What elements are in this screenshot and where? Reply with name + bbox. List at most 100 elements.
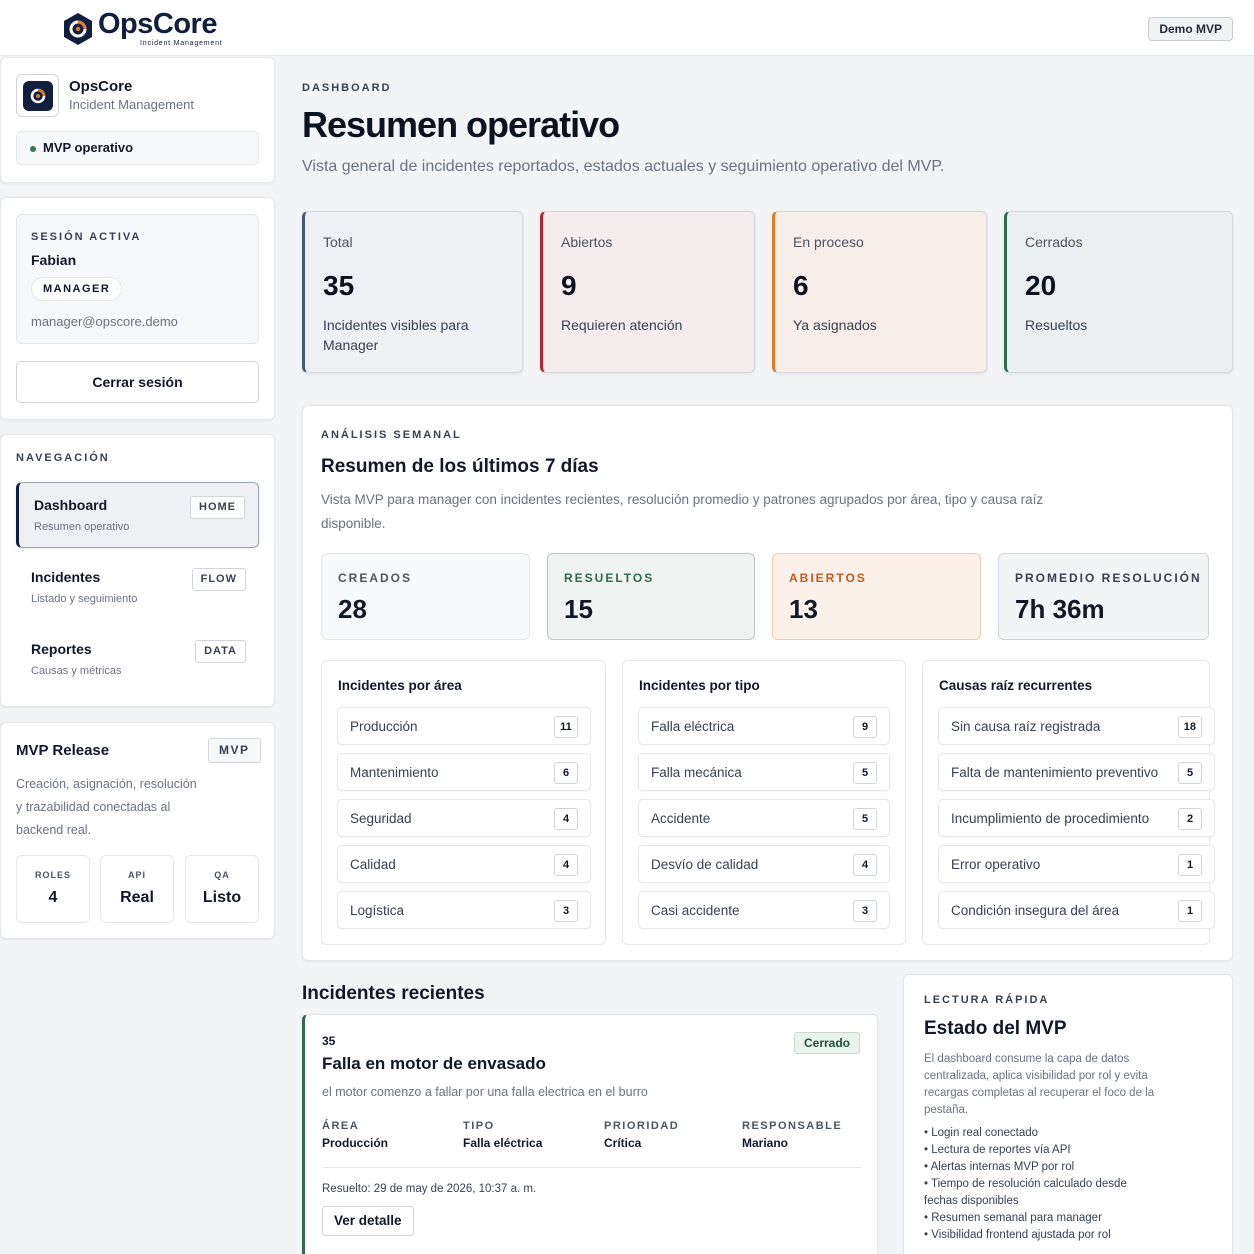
list-item-label: Condición insegura del área xyxy=(951,903,1120,918)
kpi-value: 35 xyxy=(323,270,355,301)
list-item-count: 6 xyxy=(554,762,578,784)
session-label: Sesión activa xyxy=(31,231,142,243)
sidebar-item-subtitle: Listado y seguimiento xyxy=(31,593,138,605)
list-item-label: Logística xyxy=(350,903,405,918)
list-title: Incidentes por área xyxy=(338,678,462,693)
list-item-label: Mantenimiento xyxy=(350,765,439,780)
weekly-stat-label: PROMEDIO RESOLUCIÓN xyxy=(1015,571,1202,585)
list-item: Desvío de calidad 4 xyxy=(638,845,890,883)
kpi-cerrados: Cerrados 20 Resueltos xyxy=(1004,211,1233,373)
kpi-description: Requieren atención xyxy=(561,317,683,333)
incident-field-prioridad: PRIORIDAD Crítica xyxy=(604,1120,679,1150)
session-email: manager@opscore.demo xyxy=(31,314,178,329)
list-item: Falla mecánica 5 xyxy=(638,753,890,791)
brand-tagline: Incident Management xyxy=(140,40,223,47)
release-stat-value: 4 xyxy=(48,889,58,906)
quick-read-title: Estado del MVP xyxy=(924,1018,1067,1039)
list-item-count: 9 xyxy=(853,716,877,738)
sidebar-item-incidentes[interactable]: Incidentes Listado y seguimiento FLOW xyxy=(16,555,259,621)
list-item-count: 3 xyxy=(554,900,578,922)
sidebar-item-title: Incidentes xyxy=(31,569,101,585)
list-item: Falla eléctrica 9 xyxy=(638,707,890,745)
kpi-description: Resueltos xyxy=(1025,317,1088,333)
sidebar-app-title: OpsCore xyxy=(69,78,133,95)
weekly-stat-value: 15 xyxy=(564,594,593,624)
view-detail-button[interactable]: Ver detalle xyxy=(322,1206,414,1236)
list-item-count: 1 xyxy=(1178,900,1202,922)
hexagon-logo-icon xyxy=(64,12,92,45)
mvp-status-badge: MVP operativo xyxy=(16,131,259,165)
list-item: Mantenimiento 6 xyxy=(337,753,591,791)
list-item-count: 5 xyxy=(853,762,877,784)
release-title: MVP Release xyxy=(16,742,110,759)
logo-mark-icon xyxy=(30,88,45,103)
release-stat-qa: QA Listo xyxy=(185,855,259,923)
list-item-label: Sin causa raíz registrada xyxy=(951,719,1101,734)
sidebar-item-tag: DATA xyxy=(195,640,246,663)
list-item-count: 4 xyxy=(853,854,877,876)
weekly-eyebrow: Análisis semanal xyxy=(321,429,462,441)
incident-field-label: ÁREA xyxy=(322,1120,360,1132)
list-item-label: Seguridad xyxy=(350,811,412,826)
list-causas-raiz: Causas raíz recurrentes Sin causa raíz r… xyxy=(922,660,1215,945)
weekly-stat-creados: CREADOS 28 xyxy=(321,553,530,640)
list-incidentes-por-area: Incidentes por área Producción 11 Manten… xyxy=(321,660,606,945)
list-item: Lectura de reportes vía API xyxy=(924,1142,1154,1159)
list-item-label: Falla mecánica xyxy=(651,765,742,780)
release-stat-roles: ROLES 4 xyxy=(16,855,90,923)
incident-field-value: Crítica xyxy=(604,1136,642,1150)
release-stat-label: QA xyxy=(214,870,230,880)
sidebar-item-dashboard[interactable]: Dashboard Resumen operativo HOME xyxy=(16,482,259,548)
incident-field-value: Producción xyxy=(322,1136,389,1150)
app-logo xyxy=(16,74,59,117)
weekly-stat-label: RESUELTOS xyxy=(564,571,655,585)
list-incidentes-por-tipo: Incidentes por tipo Falla eléctrica 9 Fa… xyxy=(622,660,906,945)
weekly-stat-promedio: PROMEDIO RESOLUCIÓN 7h 36m xyxy=(998,553,1209,640)
list-item-count: 5 xyxy=(853,808,877,830)
weekly-stat-abiertos: ABIERTOS 13 xyxy=(772,553,981,640)
release-stat-api: API Real xyxy=(100,855,174,923)
kpi-label: Cerrados xyxy=(1025,234,1083,250)
list-item: Accidente 5 xyxy=(638,799,890,837)
kpi-value: 6 xyxy=(793,270,809,301)
incident-card[interactable]: 35 Cerrado Falla en motor de envasado el… xyxy=(302,1014,878,1254)
incident-field-label: RESPONSABLE xyxy=(742,1120,843,1132)
list-item-count: 3 xyxy=(853,900,877,922)
list-item: Resumen semanal para manager xyxy=(924,1210,1154,1227)
kpi-value: 9 xyxy=(561,270,577,301)
list-item: Tiempo de resolución calculado desde fec… xyxy=(924,1176,1154,1210)
divider xyxy=(322,1167,862,1168)
list-item: Login real conectado xyxy=(924,1125,1154,1142)
role-badge: MANAGER xyxy=(31,277,123,301)
list-item-label: Desvío de calidad xyxy=(651,857,759,872)
list-item-count: 2 xyxy=(1178,808,1202,830)
list-item-count: 11 xyxy=(554,716,578,738)
list-item-label: Falta de mantenimiento preventivo xyxy=(951,765,1159,780)
release-stat-value: Listo xyxy=(202,889,242,906)
kpi-label: Abiertos xyxy=(561,234,613,250)
incident-id: 35 xyxy=(322,1034,336,1048)
list-item-label: Producción xyxy=(350,719,418,734)
status-dot-icon xyxy=(30,146,36,152)
brand-name: OpsCore xyxy=(98,8,217,40)
kpi-en-proceso: En proceso 6 Ya asignados xyxy=(772,211,987,373)
sidebar-item-reportes[interactable]: Reportes Causas y métricas DATA xyxy=(16,627,259,693)
sidebar-item-title: Dashboard xyxy=(34,497,108,513)
kpi-total: Total 35 Incidentes visibles para Manage… xyxy=(302,211,523,373)
sidebar-item-title: Reportes xyxy=(31,641,92,657)
session-user-name: Fabian xyxy=(31,252,77,268)
kpi-description: Incidentes visibles para Manager xyxy=(323,317,469,353)
list-item-count: 1 xyxy=(1178,854,1202,876)
logout-button[interactable]: Cerrar sesión xyxy=(16,361,259,403)
list-item: Incumplimiento de procedimiento 2 xyxy=(938,799,1215,837)
kpi-description: Ya asignados xyxy=(793,317,877,333)
page-title: Resumen operativo xyxy=(302,104,620,145)
weekly-stat-label: CREADOS xyxy=(338,571,413,585)
release-description: Creación, asignación, resolución y traza… xyxy=(16,777,197,837)
sidebar-item-tag: HOME xyxy=(190,496,245,519)
brand-logo[interactable]: OpsCore Incident Management xyxy=(62,10,223,47)
list-item-count: 5 xyxy=(1178,762,1202,784)
demo-badge: Demo MVP xyxy=(1148,17,1233,41)
list-item: Calidad 4 xyxy=(337,845,591,883)
list-item: Condición insegura del área 1 xyxy=(938,891,1215,929)
